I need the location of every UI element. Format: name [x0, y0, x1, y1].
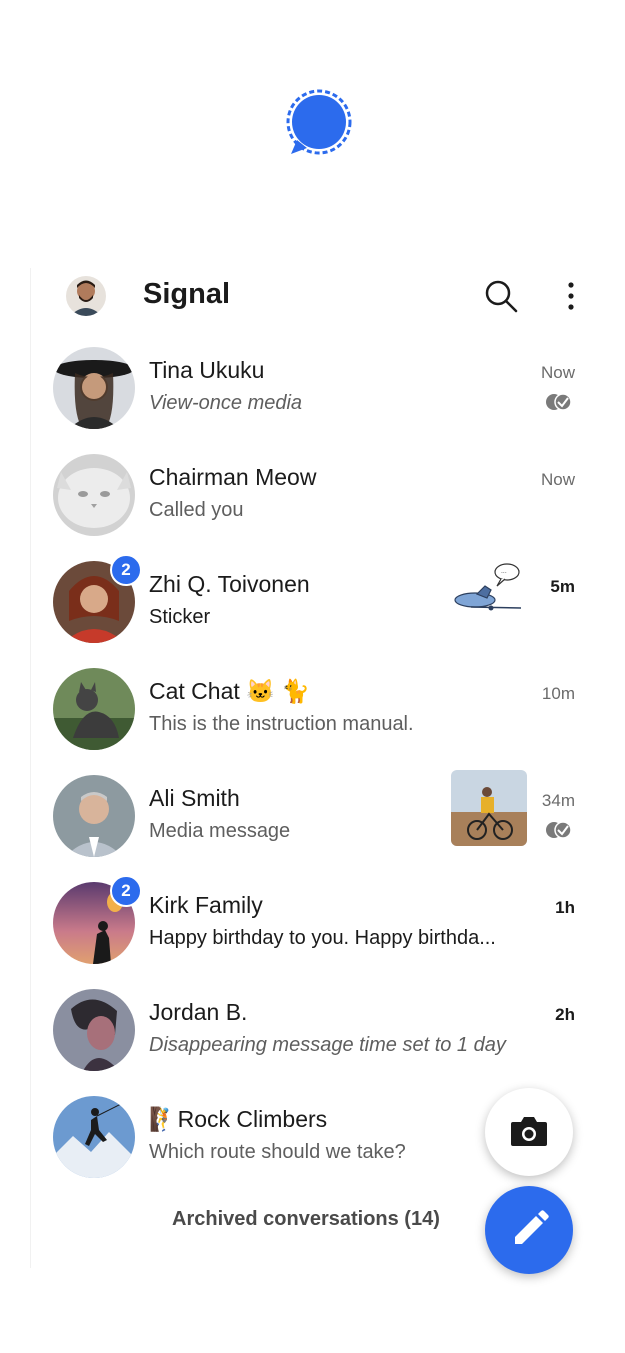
avatar	[53, 775, 135, 857]
app-title: Signal	[143, 278, 231, 310]
media-thumbnail	[451, 770, 527, 846]
conversation-time: Now	[540, 363, 575, 382]
conversation-row[interactable]: Ali Smith Media message 34m	[31, 770, 597, 877]
phone-screen: Signal Tina Ukuku View-once media Now Ch…	[30, 268, 597, 1274]
read-receipt-icon	[546, 393, 572, 411]
conversation-snippet: Which route should we take?	[149, 1141, 406, 1163]
sticker-thumbnail: ···	[454, 563, 522, 611]
unread-badge: 2	[110, 554, 142, 586]
conversation-time: 1h	[555, 898, 575, 917]
app-bar: Signal	[31, 268, 597, 330]
signal-logo-icon	[286, 89, 352, 155]
avatar	[53, 454, 135, 536]
conversation-name: Ali Smith	[149, 785, 240, 811]
conversation-name: Zhi Q. Toivonen	[149, 571, 310, 597]
camera-icon	[511, 1117, 547, 1146]
conversation-time: Now	[540, 470, 575, 489]
conversation-snippet: Happy birthday to you. Happy birthda...	[149, 927, 496, 949]
conversation-time: 5m	[550, 577, 575, 596]
more-vert-icon[interactable]	[555, 278, 587, 314]
search-icon[interactable]	[483, 278, 519, 314]
conversation-row[interactable]: Cat Chat 🐱 🐈 This is the instruction man…	[31, 663, 597, 770]
avatar	[53, 989, 135, 1071]
conversation-snippet: Disappearing message time set to 1 day	[149, 1034, 506, 1056]
conversation-name: Jordan B.	[149, 999, 248, 1025]
conversation-name: 🧗Rock Climbers	[149, 1106, 328, 1132]
conversation-row[interactable]: Tina Ukuku View-once media Now	[31, 342, 597, 449]
conversation-row[interactable]: Jordan B. Disappearing message time set …	[31, 984, 597, 1091]
conversation-snippet: Media message	[149, 820, 291, 842]
avatar	[53, 1096, 135, 1178]
pencil-icon	[515, 1210, 549, 1244]
conversation-row[interactable]: 2 Zhi Q. Toivonen Sticker ··· 5m	[31, 554, 597, 663]
conversation-snippet: This is the instruction manual.	[149, 713, 414, 735]
conversation-name: Cat Chat 🐱 🐈	[149, 678, 310, 704]
conversation-snippet: Sticker	[149, 606, 211, 628]
conversation-time: 10m	[541, 684, 575, 703]
avatar	[53, 347, 135, 429]
conversation-row[interactable]: Chairman Meow Called you Now	[31, 449, 597, 556]
unread-badge: 2	[110, 875, 142, 907]
conversation-snippet: View-once media	[149, 392, 303, 414]
conversation-row[interactable]: 2 Kirk Family Happy birthday to you. Hap…	[31, 875, 597, 984]
conversation-name: Chairman Meow	[149, 464, 317, 490]
svg-text:···: ···	[501, 570, 507, 577]
conversation-snippet: Called you	[149, 499, 244, 521]
conversation-name: Kirk Family	[149, 892, 263, 918]
read-receipt-icon	[546, 821, 572, 839]
camera-button[interactable]	[485, 1088, 573, 1176]
archived-conversations-link[interactable]: Archived conversations (14)	[172, 1208, 440, 1231]
avatar	[53, 668, 135, 750]
conversation-name: Tina Ukuku	[149, 357, 265, 383]
compose-button[interactable]	[485, 1186, 573, 1274]
profile-avatar[interactable]	[66, 276, 106, 316]
conversation-time: 34m	[541, 791, 575, 810]
conversation-time: 2h	[555, 1005, 575, 1024]
